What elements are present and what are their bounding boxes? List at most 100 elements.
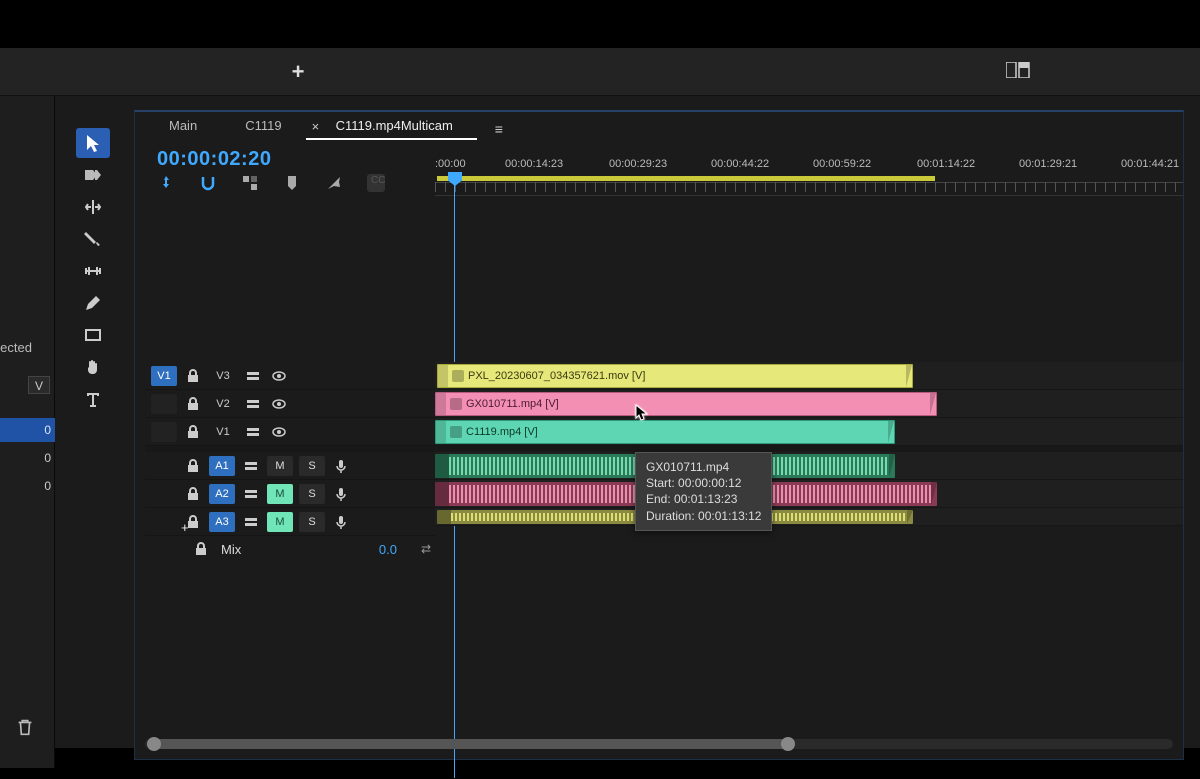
track-header-a1[interactable]: A1 M S [145, 452, 435, 480]
source-patch-empty[interactable] [151, 394, 177, 414]
clip-pxl[interactable]: PXL_20230607_034357621.mov [V] [437, 364, 913, 388]
solo-button[interactable]: S [299, 512, 325, 532]
mute-button-active[interactable]: M [267, 484, 293, 504]
tooltip-dur-label: Duration: [646, 509, 695, 523]
mix-label: Mix [221, 542, 241, 557]
razor-tool[interactable] [76, 224, 110, 254]
voiceover-icon[interactable] [331, 512, 351, 532]
project-column-header[interactable]: V [28, 376, 50, 394]
audio-target-a3[interactable]: A3 [209, 512, 235, 532]
close-icon[interactable]: × [312, 119, 320, 134]
eye-icon[interactable] [269, 394, 289, 414]
solo-button[interactable]: S [299, 484, 325, 504]
sequence-tab-c1119[interactable]: C1119 [221, 114, 305, 140]
mix-track-header[interactable]: Mix 0.0 ⇄ [145, 536, 435, 562]
app-root: + elected V 0 0 0 [0, 48, 1200, 748]
fx-icon[interactable]: ⇄ [421, 542, 431, 556]
panel-layout-icon[interactable] [1006, 62, 1030, 78]
source-patch-v1[interactable]: V1 [151, 366, 177, 386]
lane-v1[interactable]: C1119.mp4 [V] [435, 418, 1183, 446]
clip-label: PXL_20230607_034357621.mov [V] [468, 370, 645, 382]
track-name: V3 [209, 366, 237, 386]
clip-fx-icon [450, 398, 462, 410]
mute-button-active[interactable]: M [267, 512, 293, 532]
ruler-tick: 00:01:29:21 [1019, 158, 1077, 170]
sync-lock-icon[interactable] [243, 394, 263, 414]
ruler-tick: 00:00:59:22 [813, 158, 871, 170]
lock-icon[interactable] [183, 366, 203, 386]
project-row[interactable]: 0 [0, 474, 55, 498]
clip-label: C1119.mp4 [V] [466, 426, 538, 438]
trash-icon[interactable] [14, 716, 36, 738]
lock-icon[interactable] [183, 484, 203, 504]
timeline-lanes[interactable]: PXL_20230607_034357621.mov [V] GX010711.… [435, 362, 1183, 526]
source-patch-empty[interactable] [151, 422, 177, 442]
track-header-v3[interactable]: V1 V3 [145, 362, 435, 390]
clip-tooltip: GX010711.mp4 Start: 00:00:00:12 End: 00:… [635, 452, 772, 531]
ruler-tick: 00:00:44:22 [711, 158, 769, 170]
voiceover-icon[interactable] [331, 456, 351, 476]
ruler-tick: :00:00 [435, 158, 466, 170]
type-tool[interactable] [76, 384, 110, 414]
audio-target-a1[interactable]: A1 [209, 456, 235, 476]
timeline-horizontal-scrollbar[interactable] [145, 739, 1173, 749]
eye-icon[interactable] [269, 366, 289, 386]
mix-value[interactable]: 0.0 [379, 542, 397, 557]
sync-lock-icon[interactable] [243, 366, 263, 386]
add-panel-button[interactable]: + [280, 58, 316, 86]
playhead-timecode[interactable]: 00:00:02:20 [157, 148, 271, 171]
scrollbar-knob-left[interactable] [147, 737, 161, 751]
sequence-tab-main[interactable]: Main [145, 114, 221, 140]
solo-button[interactable]: S [299, 456, 325, 476]
tooltip-end: 00:01:13:23 [674, 492, 737, 506]
cursor-icon [635, 404, 649, 422]
sync-lock-icon[interactable] [241, 456, 261, 476]
voiceover-icon[interactable] [331, 484, 351, 504]
captions-icon[interactable]: CC [367, 174, 385, 192]
selection-tool[interactable] [76, 128, 110, 158]
pen-tool[interactable] [76, 288, 110, 318]
insert-overwrite-icon[interactable] [157, 174, 175, 192]
track-header-v2[interactable]: V2 [145, 390, 435, 418]
sync-lock-icon[interactable] [243, 422, 263, 442]
lock-icon[interactable] [183, 422, 203, 442]
scrollbar-thumb[interactable] [153, 739, 788, 749]
sequence-tab-multicam[interactable]: × C1119.mp4Multicam ≡ [306, 114, 477, 140]
project-panel-sliver: elected V 0 0 0 [0, 96, 55, 768]
marker-icon[interactable] [283, 174, 301, 192]
linked-selection-icon[interactable] [241, 174, 259, 192]
lane-v3[interactable]: PXL_20230607_034357621.mov [V] [435, 362, 1183, 390]
ripple-edit-tool[interactable] [76, 192, 110, 222]
track-select-forward-tool[interactable] [76, 160, 110, 190]
lane-a3[interactable] [435, 508, 1183, 526]
hand-tool[interactable] [76, 352, 110, 382]
sync-lock-icon[interactable] [241, 512, 261, 532]
ruler-tick: 00:00:14:23 [505, 158, 563, 170]
tab-label: C1119.mp4Multicam [336, 118, 453, 133]
lock-icon[interactable] [183, 456, 203, 476]
mute-button[interactable]: M [267, 456, 293, 476]
lane-a1[interactable] [435, 452, 1183, 480]
track-header-v1[interactable]: V1 [145, 418, 435, 446]
lane-v2[interactable]: GX010711.mp4 [V] [435, 390, 1183, 418]
lane-a2[interactable] [435, 480, 1183, 508]
scrollbar-knob-right[interactable] [781, 737, 795, 751]
audio-target-a2[interactable]: A2 [209, 484, 235, 504]
track-header-a2[interactable]: A2 M S [145, 480, 435, 508]
clip-c1119[interactable]: C1119.mp4 [V] [435, 420, 895, 444]
project-row-selected[interactable]: 0 [0, 418, 55, 442]
lock-icon[interactable] [183, 394, 203, 414]
add-track-icon[interactable]: + [181, 520, 189, 535]
sync-lock-icon[interactable] [241, 484, 261, 504]
clip-gx010711[interactable]: GX010711.mp4 [V] [435, 392, 937, 416]
lock-icon[interactable] [191, 539, 211, 559]
work-area-bar[interactable] [437, 176, 935, 181]
snap-icon[interactable] [199, 174, 217, 192]
settings-icon[interactable] [325, 174, 343, 192]
slip-tool[interactable] [76, 256, 110, 286]
rectangle-tool[interactable] [76, 320, 110, 350]
eye-icon[interactable] [269, 422, 289, 442]
time-ruler[interactable]: :00:00 00:00:14:23 00:00:29:23 00:00:44:… [435, 158, 1183, 196]
project-row[interactable]: 0 [0, 446, 55, 470]
panel-menu-icon[interactable]: ≡ [495, 121, 503, 137]
